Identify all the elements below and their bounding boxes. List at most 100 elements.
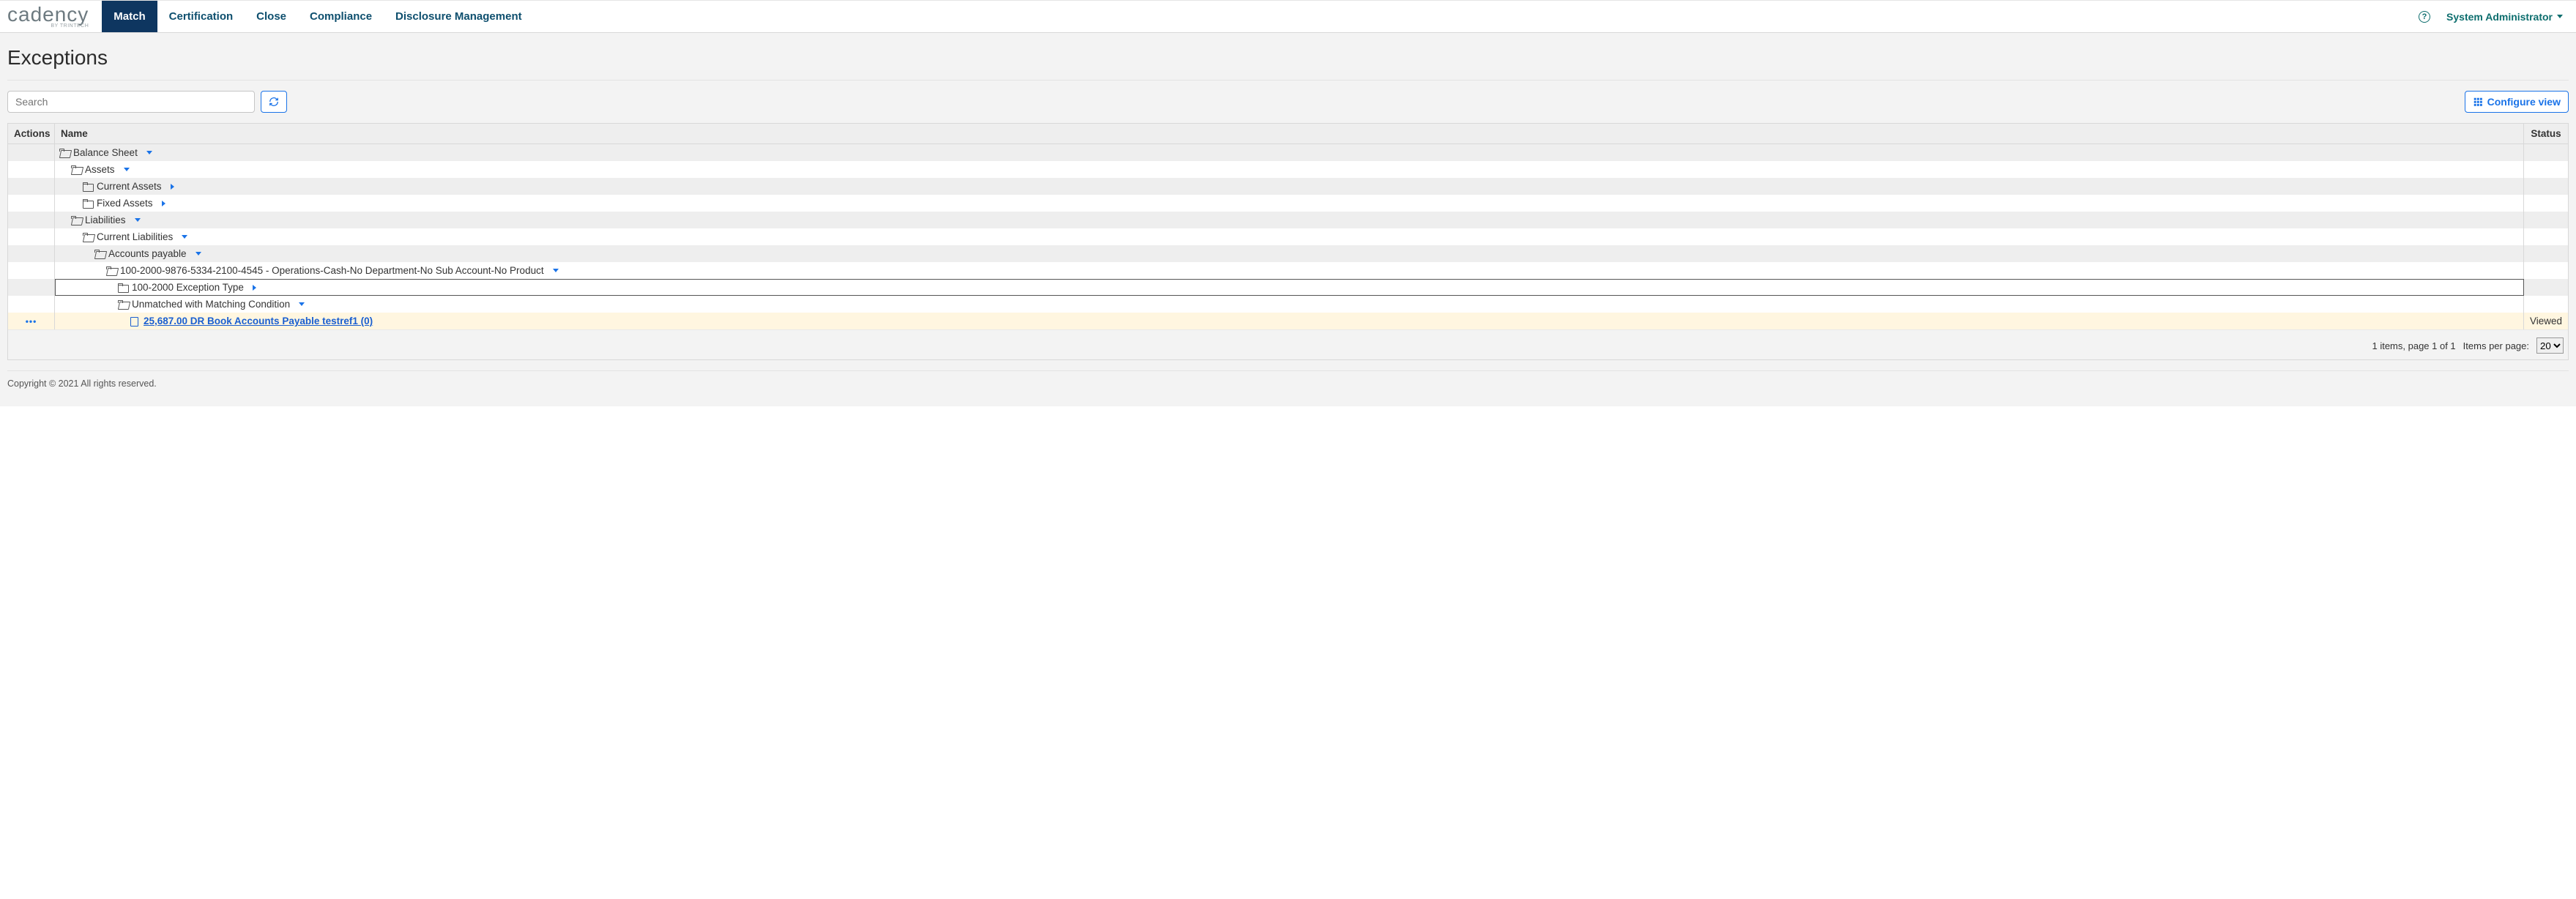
row-status-cell	[2524, 212, 2568, 228]
pager-summary: 1 items, page 1 of 1	[2372, 340, 2455, 351]
pager-per-page-label: Items per page:	[2463, 340, 2529, 351]
tree-node[interactable]: Accounts payable	[59, 248, 201, 259]
row-name-cell[interactable]: Liabilities	[55, 212, 2524, 228]
nav-disclosure-management[interactable]: Disclosure Management	[384, 1, 534, 32]
chevron-down-icon[interactable]	[124, 168, 130, 171]
row-name-cell[interactable]: Current Assets	[55, 178, 2524, 195]
row-name-cell[interactable]: Accounts payable	[55, 245, 2524, 262]
configure-view-label: Configure view	[2487, 96, 2561, 108]
tree-node[interactable]: Fixed Assets	[59, 198, 165, 209]
tree-node[interactable]: 25,687.00 DR Book Accounts Payable testr…	[59, 316, 373, 327]
row-status-cell	[2524, 296, 2568, 313]
refresh-button[interactable]	[261, 91, 287, 113]
col-header-status[interactable]: Status	[2524, 124, 2568, 143]
row-status-cell	[2524, 144, 2568, 161]
tree-node-label: 100-2000 Exception Type	[132, 282, 244, 293]
row-actions-cell	[8, 262, 55, 279]
row-name-cell[interactable]: Unmatched with Matching Condition	[55, 296, 2524, 313]
brand-name: cadency	[7, 4, 89, 25]
row-status-cell	[2524, 245, 2568, 262]
row-actions-icon[interactable]: •••	[26, 316, 37, 327]
row-name-cell[interactable]: Current Liabilities	[55, 228, 2524, 245]
table-row: Unmatched with Matching Condition	[8, 296, 2568, 313]
row-actions-cell[interactable]: •••	[8, 313, 55, 329]
chevron-right-icon[interactable]	[253, 285, 256, 291]
tree-node-label: Unmatched with Matching Condition	[132, 299, 290, 310]
row-status-cell	[2524, 161, 2568, 178]
folder-open-icon	[94, 250, 104, 258]
chevron-down-icon[interactable]	[553, 269, 559, 272]
chevron-down-icon	[2557, 15, 2563, 18]
folder-open-icon	[106, 266, 116, 275]
row-name-cell[interactable]: 100-2000 Exception Type	[55, 279, 2524, 296]
nav-compliance[interactable]: Compliance	[298, 1, 384, 32]
row-name-cell[interactable]: 100-2000-9876-5334-2100-4545 - Operation…	[55, 262, 2524, 279]
folder-open-icon	[71, 165, 81, 174]
row-actions-cell	[8, 245, 55, 262]
row-status-cell: Viewed	[2524, 313, 2568, 329]
row-actions-cell	[8, 161, 55, 178]
nav-certification[interactable]: Certification	[157, 1, 245, 32]
table-row: 100-2000 Exception Type	[8, 279, 2568, 296]
row-name-cell[interactable]: 25,687.00 DR Book Accounts Payable testr…	[55, 313, 2524, 329]
tree-node[interactable]: Current Assets	[59, 181, 174, 192]
items-per-page-select[interactable]: 20	[2536, 337, 2564, 354]
refresh-icon	[269, 97, 279, 107]
grid-body: Balance Sheet Assets Current Assets Fixed A…	[8, 144, 2568, 329]
tree-node[interactable]: Current Liabilities	[59, 231, 187, 242]
col-header-name[interactable]: Name	[55, 124, 2524, 143]
tree-node-label: Liabilities	[85, 215, 126, 225]
file-icon	[130, 317, 139, 325]
chevron-down-icon[interactable]	[182, 235, 187, 239]
chevron-down-icon[interactable]	[146, 151, 152, 154]
page-title: Exceptions	[7, 40, 2569, 81]
table-row: Liabilities	[8, 212, 2568, 228]
row-name-cell[interactable]: Balance Sheet	[55, 144, 2524, 161]
row-actions-cell	[8, 212, 55, 228]
folder-icon	[83, 182, 92, 190]
help-icon[interactable]: ?	[2419, 11, 2430, 23]
row-actions-cell	[8, 178, 55, 195]
row-status-cell	[2524, 178, 2568, 195]
nav-close[interactable]: Close	[245, 1, 298, 32]
user-label: System Administrator	[2446, 11, 2553, 23]
exception-link[interactable]: 25,687.00 DR Book Accounts Payable testr…	[144, 316, 373, 327]
row-actions-cell	[8, 296, 55, 313]
row-status-cell	[2524, 262, 2568, 279]
table-row: Accounts payable	[8, 245, 2568, 262]
tree-node[interactable]: Assets	[59, 164, 130, 175]
row-actions-cell	[8, 195, 55, 212]
chevron-down-icon[interactable]	[135, 218, 141, 222]
tree-node[interactable]: Unmatched with Matching Condition	[59, 299, 305, 310]
chevron-down-icon[interactable]	[299, 302, 305, 306]
search-input[interactable]	[7, 91, 255, 113]
chevron-right-icon[interactable]	[162, 201, 165, 206]
tree-node[interactable]: 100-2000 Exception Type	[59, 282, 256, 293]
col-header-actions[interactable]: Actions	[8, 124, 55, 143]
folder-open-icon	[83, 233, 92, 241]
folder-open-icon	[118, 300, 127, 308]
row-name-cell[interactable]: Fixed Assets	[55, 195, 2524, 212]
tree-node-label: Assets	[85, 164, 115, 175]
tree-node-label: Balance Sheet	[73, 147, 138, 158]
tree-node[interactable]: 100-2000-9876-5334-2100-4545 - Operation…	[59, 265, 559, 276]
table-row: Balance Sheet	[8, 144, 2568, 161]
footer-copyright: Copyright © 2021 All rights reserved.	[7, 378, 2569, 399]
row-name-cell[interactable]: Assets	[55, 161, 2524, 178]
user-menu[interactable]: System Administrator	[2446, 11, 2563, 23]
tree-node[interactable]: Liabilities	[59, 215, 141, 225]
chevron-down-icon[interactable]	[196, 252, 201, 255]
grid-icon	[2473, 97, 2483, 107]
nav-match[interactable]: Match	[102, 1, 157, 32]
grid-header: Actions Name Status	[8, 124, 2568, 144]
table-row: Current Liabilities	[8, 228, 2568, 245]
tree-node[interactable]: Balance Sheet	[59, 147, 152, 158]
table-row: ••• 25,687.00 DR Book Accounts Payable te…	[8, 313, 2568, 329]
primary-nav: Match Certification Close Compliance Dis…	[102, 1, 533, 32]
folder-open-icon	[59, 149, 69, 157]
table-row: Assets	[8, 161, 2568, 178]
configure-view-button[interactable]: Configure view	[2465, 91, 2569, 113]
chevron-right-icon[interactable]	[171, 184, 174, 190]
tree-node-label: Current Liabilities	[97, 231, 173, 242]
tree-node-label: 100-2000-9876-5334-2100-4545 - Operation…	[120, 265, 544, 276]
